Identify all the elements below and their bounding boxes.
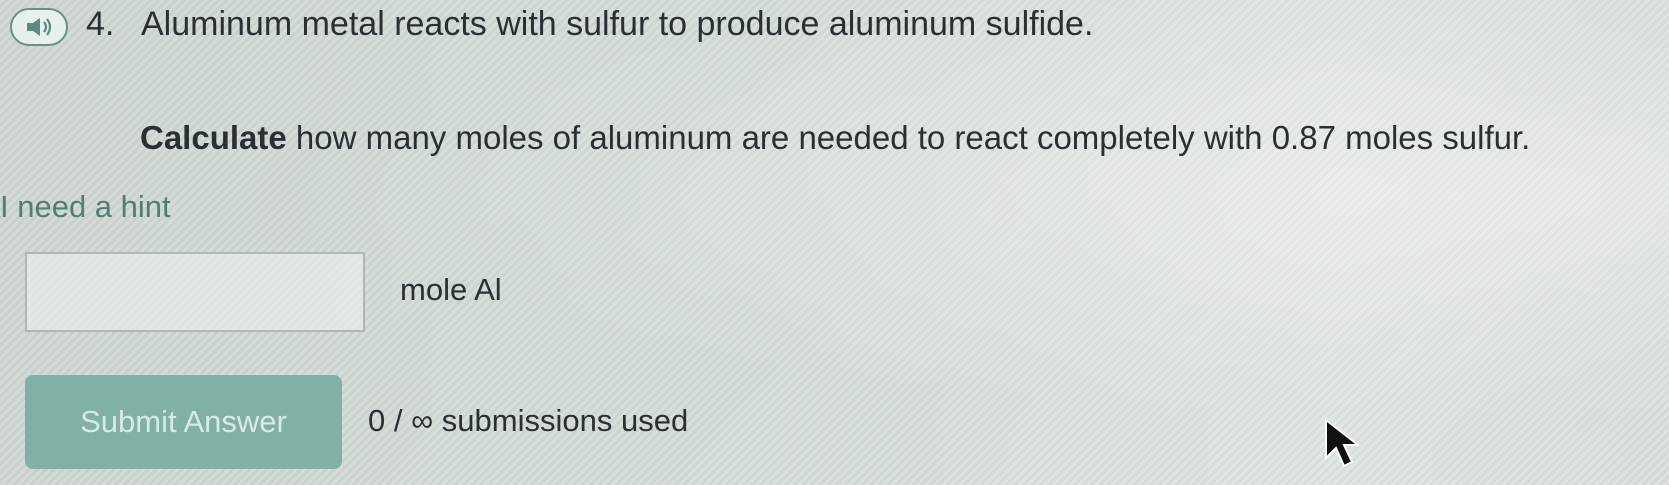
mouse-pointer-icon bbox=[1325, 418, 1361, 468]
unit-label: mole Al bbox=[400, 272, 502, 307]
answer-input[interactable] bbox=[25, 252, 365, 332]
hint-link[interactable]: I need a hint bbox=[0, 188, 171, 226]
question-text: Aluminum metal reacts with sulfur to pro… bbox=[141, 5, 1094, 43]
instruction-body: how many moles of aluminum are needed to… bbox=[286, 119, 1531, 156]
submissions-counter: 0 / ∞ submissions used bbox=[368, 403, 689, 438]
instruction-emphasis: Calculate bbox=[140, 119, 287, 156]
question-number: 4. bbox=[86, 5, 115, 43]
submit-answer-button[interactable]: Submit Answer bbox=[25, 375, 342, 469]
speaker-icon bbox=[27, 18, 52, 36]
instruction-text: Calculate how many moles of aluminum are… bbox=[140, 118, 1530, 158]
read-aloud-button[interactable] bbox=[10, 8, 68, 46]
